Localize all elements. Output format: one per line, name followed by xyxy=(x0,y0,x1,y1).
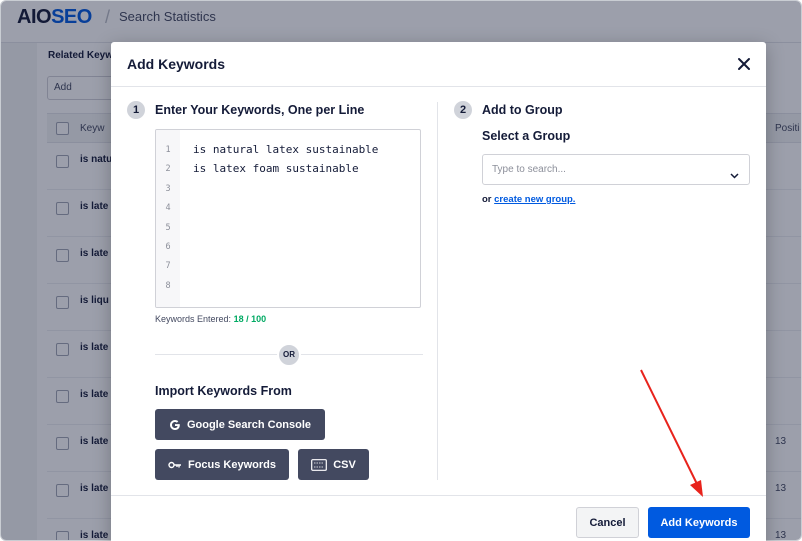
editor-line: 5 xyxy=(156,219,420,238)
google-icon xyxy=(169,419,181,431)
line-number: 1 xyxy=(165,145,171,155)
close-icon[interactable] xyxy=(735,55,753,73)
editor-line: 7 xyxy=(156,257,420,276)
create-new-group-link[interactable]: create new group. xyxy=(494,194,575,205)
line-number: 6 xyxy=(165,242,171,252)
modal-title: Add Keywords xyxy=(127,56,226,72)
or-prefix: or xyxy=(482,194,492,205)
google-search-console-label: Google Search Console xyxy=(186,418,312,431)
google-search-console-button[interactable]: Google Search Console xyxy=(155,409,325,440)
step-2-badge: 2 xyxy=(454,101,472,119)
step-1-title: Enter Your Keywords, One per Line xyxy=(155,103,365,117)
chevron-down-icon xyxy=(730,166,739,184)
csv-file-icon xyxy=(311,458,328,471)
editor-line: 4 xyxy=(156,199,420,218)
step-2-title: Add to Group xyxy=(482,103,563,117)
key-icon xyxy=(168,461,182,469)
editor-line: 3 xyxy=(156,180,420,199)
step-1-badge: 1 xyxy=(127,101,145,119)
add-keywords-button[interactable]: Add Keywords xyxy=(648,507,750,538)
line-text: is latex foam sustainable xyxy=(193,162,359,176)
import-keywords-title: Import Keywords From xyxy=(155,384,292,398)
cancel-button[interactable]: Cancel xyxy=(576,507,639,538)
column-divider xyxy=(437,102,438,480)
editor-line: 1 is natural latex sustainable xyxy=(156,141,420,160)
editor-line: 2 is latex foam sustainable xyxy=(156,160,420,179)
editor-line: 6 xyxy=(156,238,420,257)
keywords-editor[interactable]: 1 is natural latex sustainable 2 is late… xyxy=(155,129,421,308)
line-number: 3 xyxy=(165,183,171,194)
line-number: 7 xyxy=(165,261,171,272)
line-number: 5 xyxy=(165,222,171,233)
create-group-text: or create new group. xyxy=(482,194,575,205)
csv-label: CSV xyxy=(333,458,356,471)
group-select[interactable]: Type to search... xyxy=(482,154,750,185)
modal-header: Add Keywords xyxy=(111,42,766,87)
keywords-count-value: 18 / 100 xyxy=(233,314,267,324)
modal-footer: Cancel Add Keywords xyxy=(111,495,766,541)
keywords-count: Keywords Entered: 18 / 100 xyxy=(155,314,266,324)
select-group-label: Select a Group xyxy=(482,129,571,143)
editor-line: 8 xyxy=(156,277,420,296)
focus-keywords-button[interactable]: Focus Keywords xyxy=(155,449,289,480)
focus-keywords-label: Focus Keywords xyxy=(187,458,277,471)
line-text: is natural latex sustainable xyxy=(193,143,379,156)
csv-button[interactable]: CSV xyxy=(298,449,369,480)
line-number: 2 xyxy=(165,164,171,175)
line-number: 4 xyxy=(165,203,171,214)
or-badge: OR xyxy=(277,343,301,367)
line-number: 8 xyxy=(165,280,171,291)
keywords-count-label: Keywords Entered: xyxy=(155,314,232,324)
add-keywords-modal: Add Keywords 1 Enter Your Keywords, One … xyxy=(111,42,766,541)
group-select-placeholder: Type to search... xyxy=(492,164,566,175)
